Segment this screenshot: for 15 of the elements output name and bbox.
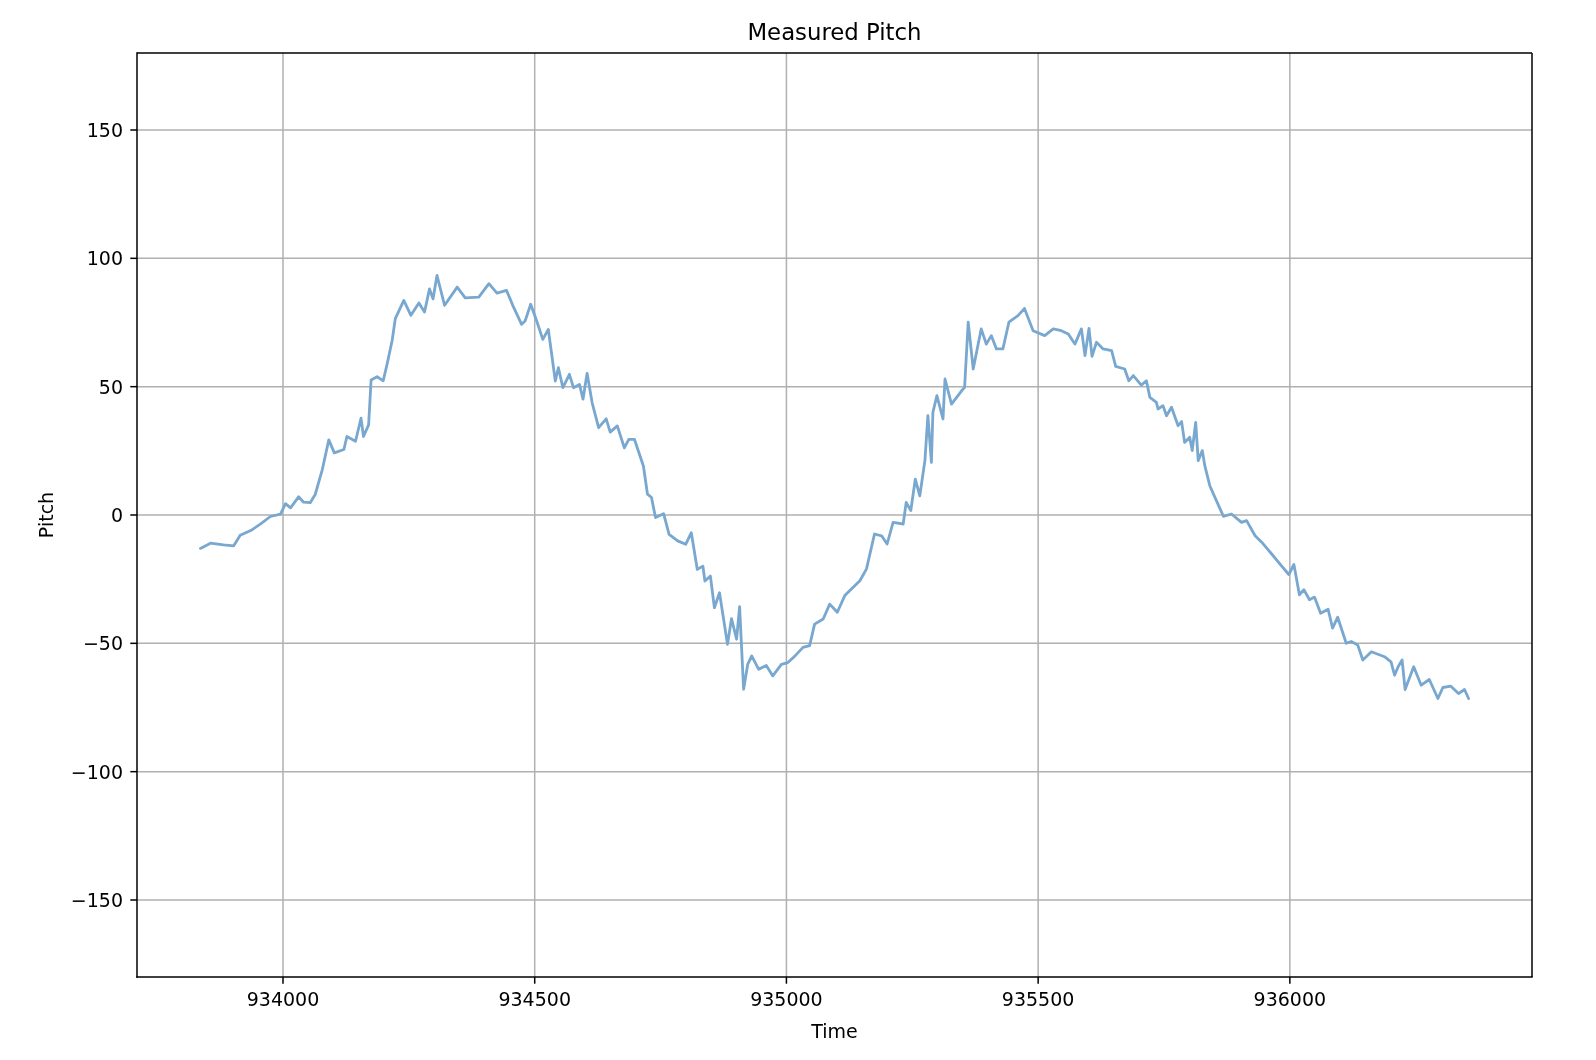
y-tick-label: 100: [86, 247, 123, 270]
x-tick-label: 936000: [1253, 988, 1327, 1010]
x-axis-label: Time: [811, 1020, 858, 1042]
y-tick-label: −150: [70, 889, 123, 911]
y-axis-label: Pitch: [35, 491, 57, 539]
y-tick-label: −100: [70, 760, 123, 783]
y-tick-label: 50: [98, 375, 123, 398]
y-tick-label: 150: [86, 119, 123, 141]
x-tick-label: 934000: [246, 988, 320, 1010]
y-tick-label: −50: [82, 632, 123, 655]
x-tick-label: 935500: [1001, 988, 1075, 1010]
x-tick-label: 935000: [750, 988, 823, 1010]
chart-title: Measured Pitch: [747, 19, 922, 45]
x-tick-label: 934500: [498, 988, 571, 1010]
y-tick-label: 0: [110, 504, 123, 526]
